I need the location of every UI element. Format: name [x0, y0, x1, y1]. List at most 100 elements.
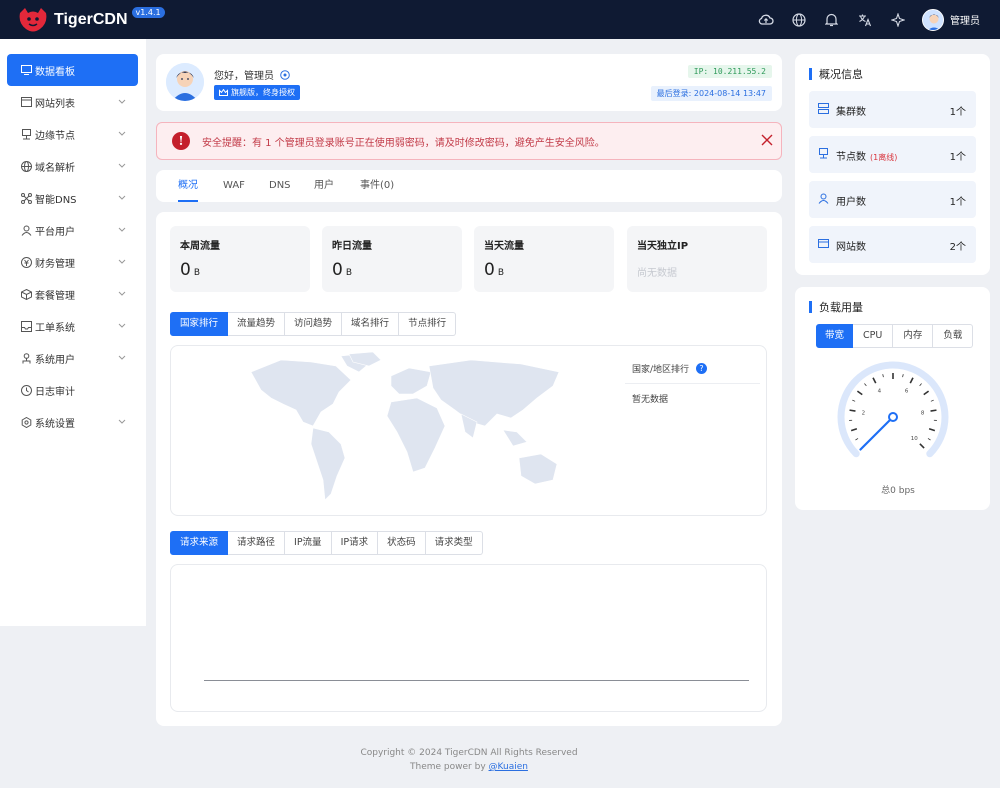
gauge-tick-label: 10 — [911, 436, 918, 442]
package-icon — [19, 287, 33, 301]
sidebar-item-edge-nodes[interactable]: 边缘节点 — [7, 118, 138, 150]
sidebar-item-websites[interactable]: 网站列表 — [7, 86, 138, 118]
sidebar-item-settings[interactable]: 系统设置 — [7, 406, 138, 438]
tab-request-type[interactable]: 请求类型 — [425, 531, 483, 555]
stat-value: 0B — [484, 260, 505, 280]
sidebar-item-platform-users[interactable]: 平台用户 — [7, 214, 138, 246]
overview-item-nodes[interactable]: 节点数 (1离线) 1个 — [809, 136, 976, 173]
gauge-tick — [927, 438, 931, 441]
tab-waf[interactable]: WAF — [223, 170, 245, 202]
gauge-tick — [850, 427, 858, 432]
load-title: 负载用量 — [809, 299, 863, 315]
server-icon — [818, 148, 829, 162]
chevron-down-icon — [118, 416, 126, 427]
overview-item-clusters[interactable]: 集群数 1个 — [809, 91, 976, 128]
sidebar: 数据看板 网站列表 边缘节点 域名解析 智能DNS 平台用户 财务管理 套餐管理… — [0, 39, 146, 626]
warning-icon: ! — [172, 132, 190, 150]
tab-events[interactable]: 事件(0) — [360, 170, 394, 202]
sidebar-item-audit-log[interactable]: 日志审计 — [7, 374, 138, 406]
app-name: TigerCDN — [54, 10, 128, 28]
globe-icon[interactable] — [782, 12, 815, 27]
log-icon — [19, 383, 33, 397]
license-text: 旗舰版，终身授权 — [231, 88, 295, 97]
stat-card-yesterday-traffic: 昨日流量 0B — [322, 226, 462, 292]
translate-icon[interactable] — [848, 13, 881, 27]
tab-memory[interactable]: 内存 — [893, 324, 934, 348]
load-card: 负载用量 带宽 CPU 内存 负载 2 4 6 8 10 总0 bps — [795, 287, 990, 510]
sidebar-item-label: 财务管理 — [35, 258, 75, 270]
tab-dns[interactable]: DNS — [269, 170, 291, 202]
dns-icon — [19, 191, 33, 205]
gauge-tick — [923, 390, 930, 396]
sidebar-item-finance[interactable]: 财务管理 — [7, 246, 138, 278]
cloud-upload-icon[interactable] — [749, 13, 782, 27]
gauge-tick-label: 6 — [905, 388, 909, 394]
gauge-tick — [902, 374, 904, 378]
greeting: 您好，管理员 — [214, 67, 290, 82]
user-menu[interactable]: 管理员 — [922, 8, 980, 31]
welcome-card: 您好，管理员 旗舰版，终身授权 IP: 10.211.55.2 最后登录: 20… — [156, 54, 782, 111]
settings-icon[interactable] — [280, 69, 290, 80]
overview-label: 网站数 — [836, 242, 866, 253]
tab-ip-traffic[interactable]: IP流量 — [285, 531, 332, 555]
logo[interactable]: TigerCDN v1.4.1 — [18, 7, 165, 33]
close-icon[interactable] — [761, 134, 773, 149]
theme-icon[interactable] — [881, 12, 914, 27]
tab-request-path[interactable]: 请求路径 — [228, 531, 286, 555]
tab-users[interactable]: 用户 — [314, 170, 334, 202]
last-login-badge: 最后登录: 2024-08-14 13:47 — [650, 86, 772, 101]
tab-node-rank[interactable]: 节点排行 — [399, 312, 457, 336]
request-chart-panel — [170, 564, 767, 712]
sidebar-item-system-users[interactable]: 系统用户 — [7, 342, 138, 374]
sidebar-item-smart-dns[interactable]: 智能DNS — [7, 182, 138, 214]
bell-icon[interactable] — [815, 13, 848, 27]
world-map — [250, 352, 560, 501]
tab-country-rank[interactable]: 国家排行 — [170, 312, 229, 336]
tab-ip-requests[interactable]: IP请求 — [331, 531, 379, 555]
overview-card: 概况信息 集群数 1个 节点数 (1离线) 1个 用户数 1个 网站数 2个 — [795, 54, 990, 275]
tab-request-source[interactable]: 请求来源 — [170, 531, 229, 555]
gauge-tick — [872, 377, 877, 384]
sidebar-item-dashboard[interactable]: 数据看板 — [7, 54, 138, 86]
gauge-tick-label: 8 — [921, 410, 925, 416]
tab-bandwidth[interactable]: 带宽 — [816, 324, 854, 348]
sidebar-item-domain-resolve[interactable]: 域名解析 — [7, 150, 138, 182]
sidebar-item-packages[interactable]: 套餐管理 — [7, 278, 138, 310]
chevron-down-icon — [118, 352, 126, 363]
alert-text: 安全提醒：有 1 个管理员登录账号正在使用弱密码，请及时修改密码，避免产生安全风… — [202, 137, 605, 149]
overview-label: 用户数 — [836, 197, 866, 208]
overview-value: 1个 — [949, 152, 966, 163]
license-badge: 旗舰版，终身授权 — [214, 85, 300, 100]
tab-cpu[interactable]: CPU — [853, 324, 894, 348]
tab-traffic-trend[interactable]: 流量趋势 — [228, 312, 286, 336]
gauge-tick — [919, 383, 922, 387]
sidebar-item-label: 边缘节点 — [35, 130, 75, 142]
tab-domain-rank[interactable]: 域名排行 — [342, 312, 400, 336]
offline-count: (1离线) — [870, 153, 898, 162]
website-icon — [818, 238, 829, 252]
overview-item-websites[interactable]: 网站数 2个 — [809, 226, 976, 263]
gauge-tick — [919, 443, 925, 449]
rank-tabs: 国家排行 流量趋势 访问趋势 域名排行 节点排行 — [170, 312, 457, 336]
tab-load[interactable]: 负载 — [933, 324, 974, 348]
sidebar-item-label: 智能DNS — [35, 194, 77, 206]
top-bar: TigerCDN v1.4.1 管理员 — [0, 0, 1000, 39]
author-link[interactable]: @Kuaien — [489, 762, 528, 772]
stat-card-week-traffic: 本周流量 0B — [170, 226, 310, 292]
stat-title: 当天独立IP — [637, 241, 689, 252]
divider — [625, 383, 760, 384]
tab-visit-trend[interactable]: 访问趋势 — [285, 312, 343, 336]
overview-item-users[interactable]: 用户数 1个 — [809, 181, 976, 218]
chevron-down-icon — [118, 288, 126, 299]
gauge-tick-label: 4 — [878, 388, 882, 394]
sidebar-item-label: 系统用户 — [35, 354, 75, 366]
gauge-tick-label: 2 — [862, 410, 866, 416]
tab-status-code[interactable]: 状态码 — [378, 531, 426, 555]
help-icon[interactable]: ? — [696, 363, 708, 374]
finance-icon — [19, 255, 33, 269]
gauge-tick — [864, 383, 867, 387]
sidebar-item-tickets[interactable]: 工单系统 — [7, 310, 138, 342]
tab-overview[interactable]: 概况 — [178, 170, 198, 202]
chevron-down-icon — [118, 128, 126, 139]
stat-title: 昨日流量 — [332, 241, 372, 252]
